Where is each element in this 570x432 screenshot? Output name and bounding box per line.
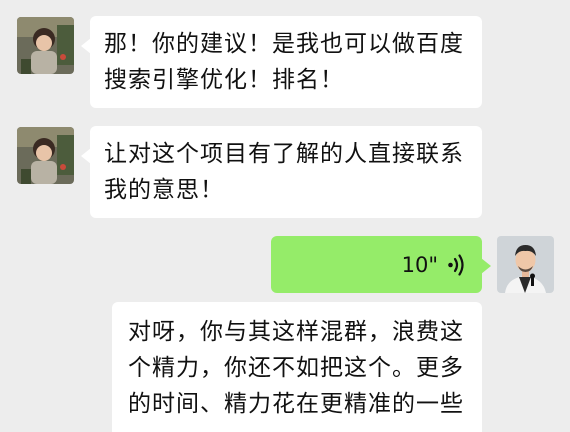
incoming-message[interactable]: 让对这个项目有了解的人直接联系 我的意思！ bbox=[81, 126, 482, 218]
voice-duration: 10" bbox=[401, 252, 438, 277]
child-photo-avatar-icon bbox=[17, 127, 74, 184]
bubble-tail bbox=[81, 148, 91, 164]
message-line: 个精力，你还不如把这个。更多 bbox=[128, 355, 464, 381]
message-line: 那！你的建议！是我也可以做百度 bbox=[104, 31, 464, 57]
voice-wave-icon bbox=[448, 253, 464, 276]
message-line: 我的意思！ bbox=[104, 177, 224, 203]
child-photo-avatar-icon bbox=[17, 17, 74, 74]
bubble-tail bbox=[81, 38, 91, 54]
message-line: 对呀，你与其这样混群，浪费这 bbox=[128, 319, 464, 345]
message-line: 让对这个项目有了解的人直接联系 bbox=[104, 141, 464, 167]
message-line: 的时间、精力花在更精准的一些 bbox=[128, 391, 464, 417]
self-avatar[interactable] bbox=[497, 236, 554, 293]
bubble-tail bbox=[481, 258, 491, 274]
incoming-message[interactable]: 那！你的建议！是我也可以做百度 搜索引擎优化！排名！ bbox=[81, 16, 482, 108]
contact-avatar[interactable] bbox=[17, 127, 74, 184]
voice-message[interactable]: 10" bbox=[271, 236, 491, 293]
man-photo-avatar-icon bbox=[497, 236, 554, 293]
contact-avatar[interactable] bbox=[17, 17, 74, 74]
incoming-message[interactable]: 对呀，你与其这样混群，浪费这 个精力，你还不如把这个。更多 的时间、精力花在更精… bbox=[112, 302, 482, 432]
message-line: 搜索引擎优化！排名！ bbox=[104, 67, 344, 93]
